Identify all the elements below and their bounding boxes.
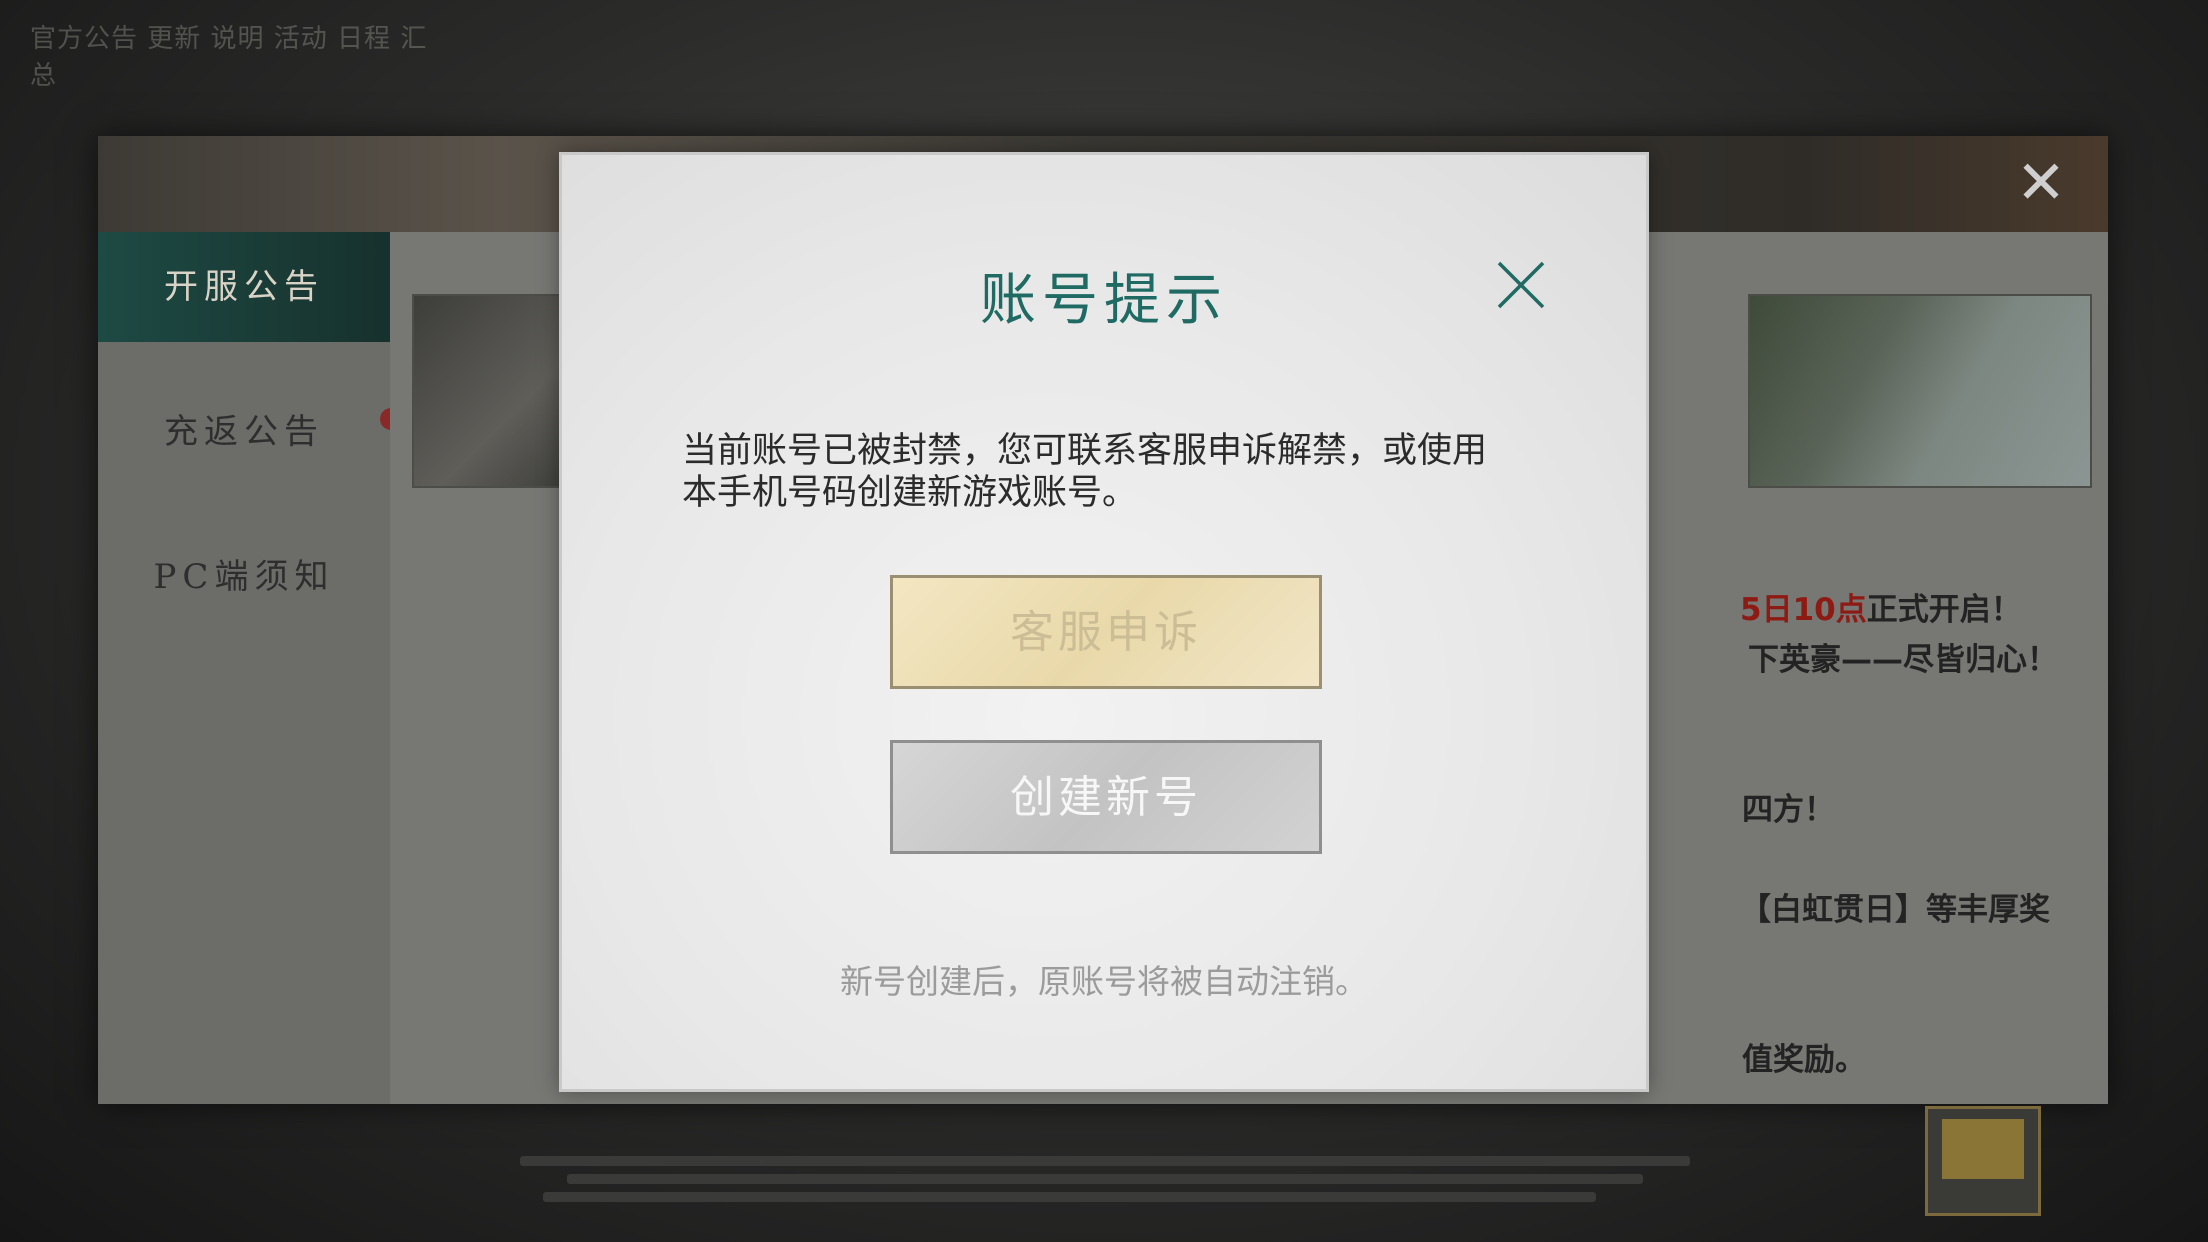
sidebar-item-label: 充返公告 <box>164 412 324 452</box>
content-line-right: 下英豪——尽皆归心！ <box>1748 642 2058 678</box>
sidebar-item-label: PC端须知 <box>153 557 335 597</box>
content-text: 正式开启！ <box>1866 592 2022 628</box>
create-new-account-button[interactable]: 创建新号 <box>890 740 1322 854</box>
dialog-title: 账号提示 <box>980 268 1228 333</box>
sidebar-item-recharge[interactable]: 充返公告 <box>98 377 390 487</box>
highlight-date: 5日10点 <box>1740 592 1867 628</box>
top-strip-text: 官方公告 更新 说明 活动 日程 汇总 <box>30 24 428 91</box>
footer-legal-text <box>520 1148 1690 1218</box>
content-line-right: 四方！ <box>1742 792 1835 828</box>
customer-service-appeal-button[interactable]: 客服申诉 <box>890 575 1322 689</box>
dialog-message: 当前账号已被封禁，您可联系客服申诉解禁，或使用 本手机号码创建新游戏账号。 <box>682 430 1542 514</box>
content-line-right: 【白虹贯日】等丰厚奖 <box>1740 892 2050 928</box>
age-rating-badge <box>1925 1106 2041 1216</box>
message-line: 本手机号码创建新游戏账号。 <box>682 473 1138 513</box>
sidebar-item-server-open[interactable]: 开服公告 <box>98 232 390 342</box>
account-notice-dialog: 账号提示 当前账号已被封禁，您可联系客服申诉解禁，或使用 本手机号码创建新游戏账… <box>559 152 1649 1092</box>
close-icon[interactable]: ✕ <box>2012 153 2070 213</box>
banner-image-right <box>1748 294 2092 488</box>
content-line-right: 值奖励。 <box>1742 1042 1866 1078</box>
content-line-right: 5日10点正式开启！ <box>1740 584 2022 629</box>
announcement-sidebar: 开服公告 充返公告 PC端须知 <box>98 232 390 1104</box>
message-line: 当前账号已被封禁，您可联系客服申诉解禁，或使用 <box>682 431 1488 471</box>
sidebar-item-label: 开服公告 <box>164 267 324 307</box>
dialog-note: 新号创建后，原账号将被自动注销。 <box>840 962 1368 1001</box>
close-icon[interactable] <box>1495 259 1547 311</box>
sidebar-item-pc[interactable]: PC端须知 <box>98 522 390 632</box>
